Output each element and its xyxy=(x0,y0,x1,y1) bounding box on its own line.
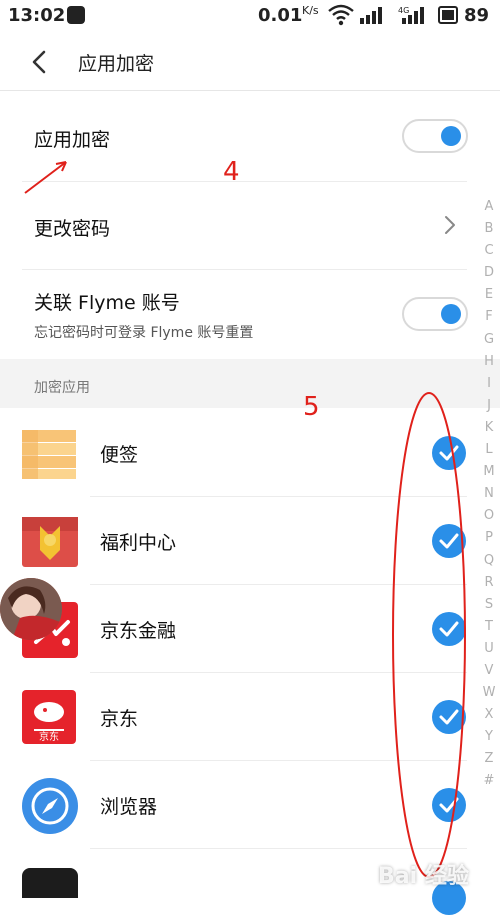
alpha-index-letter[interactable]: S xyxy=(480,594,498,616)
svg-text:4G: 4G xyxy=(398,6,409,15)
change-password-label[interactable]: 更改密码 xyxy=(34,214,110,241)
section-header: 加密应用 xyxy=(34,380,90,396)
checkmark-icon[interactable] xyxy=(432,436,466,470)
alpha-index-letter[interactable]: J xyxy=(480,395,498,417)
link-flyme-label: 关联 Flyme 账号 xyxy=(34,292,180,314)
alpha-index-letter[interactable]: N xyxy=(480,483,498,505)
signal-icon xyxy=(360,7,382,24)
checkmark-icon[interactable] xyxy=(432,612,466,646)
alpha-index-letter[interactable]: R xyxy=(480,572,498,594)
alpha-index-letter[interactable]: D xyxy=(480,262,498,284)
annotation-step-5: 5 xyxy=(303,392,320,422)
alpha-index-letter[interactable]: O xyxy=(480,505,498,527)
status-time: 13:02 xyxy=(8,5,66,26)
app-name: 便签 xyxy=(100,444,139,466)
divider xyxy=(22,181,467,182)
app-name: 京东金融 xyxy=(100,620,177,642)
alpha-index-letter[interactable]: Q xyxy=(480,550,498,572)
alpha-index-letter[interactable]: M xyxy=(480,461,498,483)
app-icon-partial xyxy=(22,868,78,898)
app-row-browser[interactable]: 浏览器 xyxy=(0,761,500,849)
network-speed-unit: K/s xyxy=(302,4,319,17)
status-bar: 13:02 0.01 K/s 4G 89 xyxy=(0,0,500,32)
signal-4g-icon: 4G xyxy=(398,6,424,24)
alpha-index-letter[interactable]: W xyxy=(480,682,498,704)
alpha-index-letter[interactable]: L xyxy=(480,439,498,461)
back-arrow-icon[interactable] xyxy=(26,48,54,76)
avatar[interactable] xyxy=(0,578,62,640)
page-title: 应用加密 xyxy=(78,53,155,75)
toggle-knob xyxy=(441,304,461,324)
app-row-notes[interactable]: 便签 xyxy=(0,409,500,497)
app-row-jd[interactable]: 京东 京东 xyxy=(0,673,500,761)
alpha-index-letter[interactable]: Z xyxy=(480,748,498,770)
app-row-jd-finance[interactable]: 京东金融 xyxy=(0,585,500,673)
browser-app-icon xyxy=(22,778,78,834)
alpha-index-letter[interactable]: C xyxy=(480,240,498,262)
jd-app-icon: 京东 xyxy=(22,690,76,744)
divider xyxy=(22,269,467,270)
alphabet-index[interactable]: A B C D E F G H I J K L M N O P Q R S T U V W X Y Z # xyxy=(480,196,498,793)
alpha-index-letter[interactable]: G xyxy=(480,329,498,351)
alpha-index-letter[interactable]: X xyxy=(480,704,498,726)
app-lock-toggle[interactable] xyxy=(402,119,468,153)
alpha-index-letter[interactable]: # xyxy=(480,770,498,792)
alpha-index-letter[interactable]: K xyxy=(480,417,498,439)
checkmark-icon[interactable] xyxy=(432,788,466,822)
alpha-index-letter[interactable]: E xyxy=(480,284,498,306)
watermark: Bai 经验 xyxy=(378,864,469,889)
app-lock-label: 应用加密 xyxy=(34,129,111,151)
header-divider xyxy=(0,90,500,91)
alpha-index-letter[interactable]: B xyxy=(480,218,498,240)
app-name: 浏览器 xyxy=(100,796,158,818)
app-name: 福利中心 xyxy=(100,532,177,554)
link-flyme-sublabel: 忘记密码时可登录 Flyme 账号重置 xyxy=(34,325,254,341)
alpha-index-letter[interactable]: A xyxy=(480,196,498,218)
notification-icon xyxy=(67,6,85,24)
app-name: 京东 xyxy=(100,708,139,730)
alpha-index-letter[interactable]: H xyxy=(480,351,498,373)
checkmark-icon[interactable] xyxy=(432,700,466,734)
wifi-icon xyxy=(328,4,354,26)
alpha-index-letter[interactable]: Y xyxy=(480,726,498,748)
chevron-right-icon[interactable] xyxy=(440,214,460,236)
notes-app-icon xyxy=(22,430,76,479)
battery-icon xyxy=(438,6,458,24)
app-row-gift-center[interactable]: 福利中心 xyxy=(0,497,500,585)
alpha-index-letter[interactable]: T xyxy=(480,616,498,638)
alpha-index-letter[interactable]: F xyxy=(480,306,498,328)
network-speed: 0.01 xyxy=(258,5,303,26)
app-header: 应用加密 xyxy=(0,32,500,90)
gift-center-app-icon xyxy=(22,517,78,567)
battery-level: 89 xyxy=(464,5,490,26)
annotation-step-4: 4 xyxy=(223,157,240,187)
alpha-index-letter[interactable]: V xyxy=(480,660,498,682)
toggle-knob xyxy=(441,126,461,146)
annotation-arrow xyxy=(24,161,67,194)
svg-text:京东: 京东 xyxy=(39,730,59,743)
alpha-index-letter[interactable]: I xyxy=(480,373,498,395)
checkmark-icon[interactable] xyxy=(432,524,466,558)
alpha-index-letter[interactable]: P xyxy=(480,527,498,549)
link-flyme-toggle[interactable] xyxy=(402,297,468,331)
alpha-index-letter[interactable]: U xyxy=(480,638,498,660)
